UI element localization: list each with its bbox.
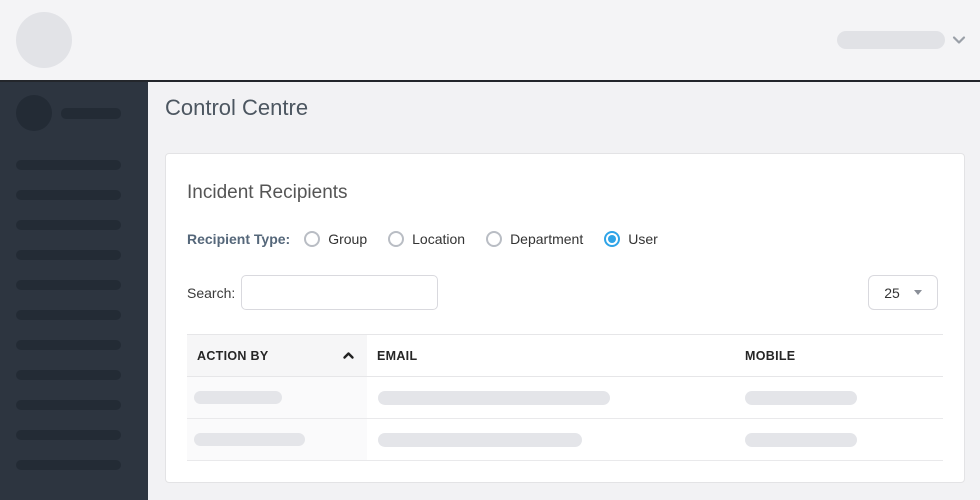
sidebar-item-skeleton xyxy=(16,190,121,200)
column-header-label: MOBILE xyxy=(745,349,795,363)
table-cell xyxy=(367,391,735,405)
radio-option-location[interactable]: Location xyxy=(388,231,465,247)
radio-selected-icon[interactable] xyxy=(604,231,620,247)
table-row xyxy=(187,419,943,461)
search-label: Search: xyxy=(187,285,235,301)
radio-option-label: Location xyxy=(412,231,465,247)
page-title: Control Centre xyxy=(165,95,965,120)
table-cell xyxy=(367,433,735,447)
sidebar-item-skeleton xyxy=(16,250,121,260)
sidebar-item-skeleton xyxy=(16,160,121,170)
sidebar-item-skeleton xyxy=(16,280,121,290)
caret-down-icon xyxy=(914,290,922,295)
column-header-email[interactable]: EMAIL xyxy=(367,335,735,376)
column-header-mobile[interactable]: MOBILE xyxy=(735,335,943,376)
cell-skeleton-bar xyxy=(745,433,857,447)
recipient-type-radio-group: Group Location Department User xyxy=(304,231,679,247)
radio-option-label: Group xyxy=(328,231,367,247)
recipients-table: ACTION BY EMAIL MOBILE xyxy=(187,334,943,461)
radio-option-label: User xyxy=(628,231,658,247)
page-size-select[interactable]: 25 xyxy=(868,275,938,310)
sidebar-item-skeleton xyxy=(16,430,121,440)
table-cell xyxy=(187,419,367,460)
cell-skeleton-bar xyxy=(194,391,282,404)
radio-option-department[interactable]: Department xyxy=(486,231,583,247)
cell-skeleton-bar xyxy=(378,433,582,447)
radio-unselected-icon[interactable] xyxy=(486,231,502,247)
table-row xyxy=(187,377,943,419)
app-logo-avatar xyxy=(16,12,72,68)
sidebar-item-skeleton xyxy=(16,460,121,470)
radio-option-group[interactable]: Group xyxy=(304,231,367,247)
radio-unselected-icon[interactable] xyxy=(304,231,320,247)
table-cell xyxy=(735,433,943,447)
sidebar-logo-placeholder xyxy=(16,95,52,131)
cell-skeleton-bar xyxy=(745,391,857,405)
column-header-label: EMAIL xyxy=(377,349,417,363)
sidebar-item-skeleton xyxy=(16,340,121,350)
card-title: Incident Recipients xyxy=(187,182,943,203)
account-menu[interactable] xyxy=(837,31,966,49)
sidebar-item-skeleton xyxy=(16,220,121,230)
sidebar-item-skeleton xyxy=(16,310,121,320)
search-input[interactable] xyxy=(241,275,438,310)
sidebar-nav-skeleton xyxy=(16,160,148,470)
cell-skeleton-bar xyxy=(194,433,305,446)
table-cell xyxy=(735,391,943,405)
sidebar-item-skeleton xyxy=(16,400,121,410)
cell-skeleton-bar xyxy=(378,391,610,405)
sidebar-brand-skeleton xyxy=(16,95,148,131)
table-header-row: ACTION BY EMAIL MOBILE xyxy=(187,334,943,377)
page-size-value: 25 xyxy=(884,285,900,301)
column-header-action-by[interactable]: ACTION BY xyxy=(187,335,367,376)
incident-recipients-card: Incident Recipients Recipient Type: Grou… xyxy=(165,153,965,483)
sidebar-title-placeholder xyxy=(61,108,121,119)
search-row: Search: 25 xyxy=(187,275,943,310)
sidebar-item-skeleton xyxy=(16,370,121,380)
account-name-placeholder xyxy=(837,31,945,49)
column-header-label: ACTION BY xyxy=(197,349,268,363)
sort-ascending-icon xyxy=(342,349,355,362)
chevron-down-icon xyxy=(952,33,966,47)
main-content: Control Centre Incident Recipients Recip… xyxy=(148,82,980,500)
radio-option-label: Department xyxy=(510,231,583,247)
table-cell xyxy=(187,377,367,418)
radio-unselected-icon[interactable] xyxy=(388,231,404,247)
radio-option-user[interactable]: User xyxy=(604,231,658,247)
sidebar xyxy=(0,82,148,500)
app-header xyxy=(0,0,980,80)
recipient-type-filter: Recipient Type: Group Location Department U… xyxy=(187,229,943,249)
recipient-type-label: Recipient Type: xyxy=(187,231,290,247)
table-body xyxy=(187,377,943,461)
